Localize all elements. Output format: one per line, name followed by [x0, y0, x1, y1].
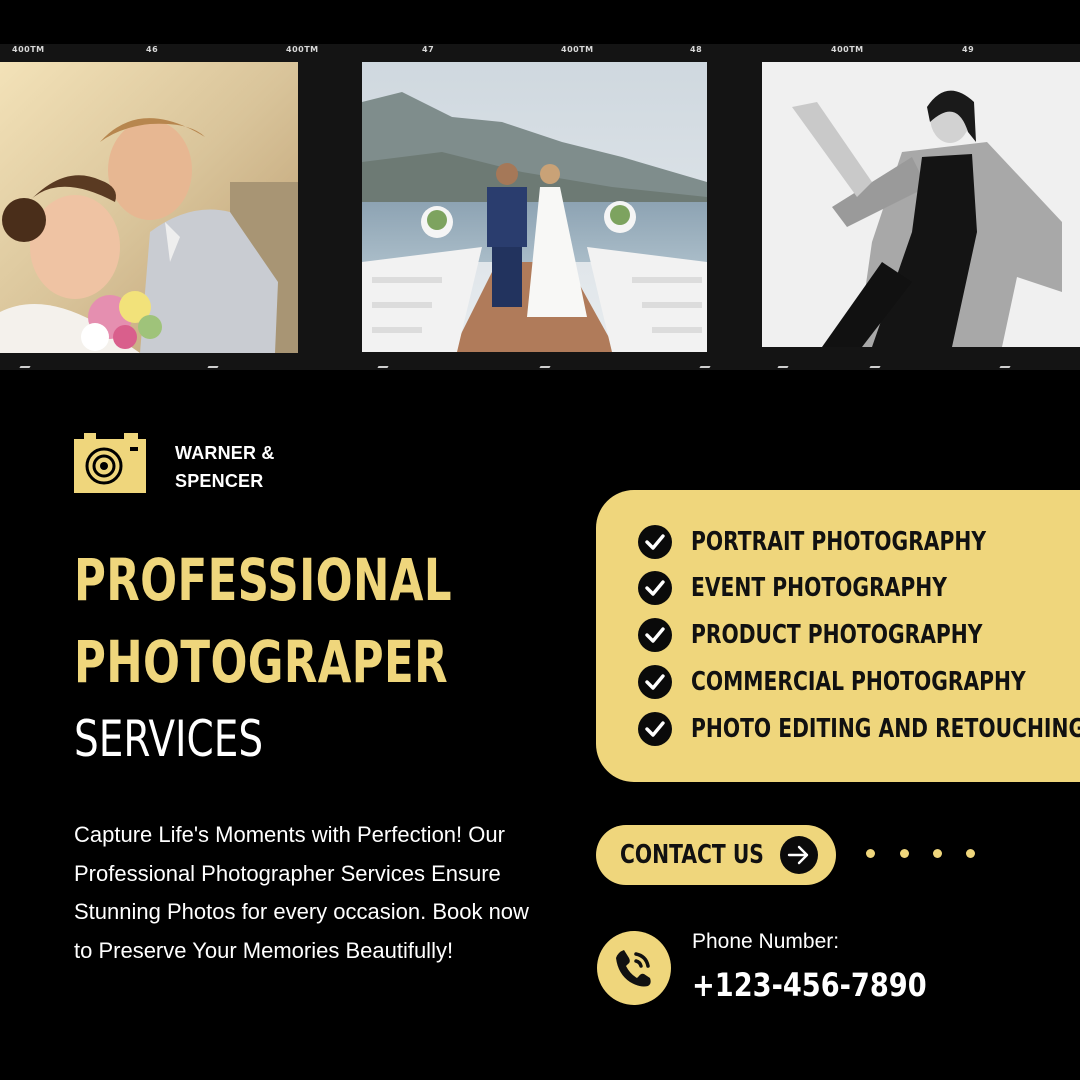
check-icon — [638, 525, 672, 559]
brand-line-1: WARNER & — [175, 443, 275, 463]
service-item: COMMERCIAL PHOTOGRAPHY — [638, 662, 1080, 702]
frame-number: 47 — [422, 45, 435, 54]
film-mark — [869, 366, 881, 368]
check-icon — [638, 571, 672, 605]
headline-line-1: PROFESSIONAL — [74, 546, 452, 614]
frame-number: 46 — [146, 45, 159, 54]
headline-line-2: PHOTOGRAPER — [74, 628, 449, 696]
decorative-dot — [866, 849, 875, 858]
brand-line-2: SPENCER — [175, 471, 264, 491]
film-mark — [999, 366, 1011, 368]
film-mark — [539, 366, 551, 368]
decorative-dot — [966, 849, 975, 858]
check-icon — [638, 618, 672, 652]
frame-number: 49 — [962, 45, 975, 54]
brand-name: WARNER & SPENCER — [175, 439, 325, 495]
fashion-model-photo — [762, 62, 1080, 347]
film-code: 400TM — [286, 45, 319, 54]
service-item: PORTRAIT PHOTOGRAPHY — [638, 522, 1069, 562]
beach-wedding-photo — [362, 62, 707, 352]
service-label: EVENT PHOTOGRAPHY — [691, 573, 947, 603]
film-mark — [377, 366, 389, 368]
description: Capture Life's Moments with Perfection! … — [74, 822, 529, 963]
camera-icon — [74, 433, 146, 493]
contact-us-button[interactable]: CONTACT US — [596, 825, 836, 885]
decorative-dot — [933, 849, 942, 858]
couple-portrait-photo — [0, 62, 298, 353]
service-label: COMMERCIAL PHOTOGRAPHY — [691, 667, 1026, 697]
film-mark — [207, 366, 219, 368]
film-code: 400TM — [561, 45, 594, 54]
service-label: PORTRAIT PHOTOGRAPHY — [691, 527, 987, 557]
film-mark — [777, 366, 789, 368]
arrow-right-icon — [780, 836, 818, 874]
phone-icon — [597, 931, 671, 1005]
service-item: PRODUCT PHOTOGRAPHY — [638, 615, 1065, 655]
film-code: 400TM — [831, 45, 864, 54]
frame-number: 48 — [690, 45, 703, 54]
service-label: PRODUCT PHOTOGRAPHY — [691, 620, 983, 650]
check-icon — [638, 712, 672, 746]
contact-us-label: CONTACT US — [620, 840, 764, 870]
check-icon — [638, 665, 672, 699]
film-code: 400TM — [12, 45, 45, 54]
service-label: PHOTO EDITING AND RETOUCHING — [691, 714, 1080, 744]
service-item: EVENT PHOTOGRAPHY — [638, 568, 1019, 608]
headline-line-3: SERVICES — [74, 710, 264, 768]
phone-number[interactable]: +123-456-7890 — [692, 966, 927, 1004]
services-panel: PORTRAIT PHOTOGRAPHY EVENT PHOTOGRAPHY P… — [596, 490, 1080, 782]
service-item: PHOTO EDITING AND RETOUCHING — [638, 709, 1080, 749]
film-mark — [19, 366, 31, 368]
phone-caption: Phone Number: — [692, 930, 840, 953]
decorative-dot — [900, 849, 909, 858]
film-mark — [699, 366, 711, 368]
